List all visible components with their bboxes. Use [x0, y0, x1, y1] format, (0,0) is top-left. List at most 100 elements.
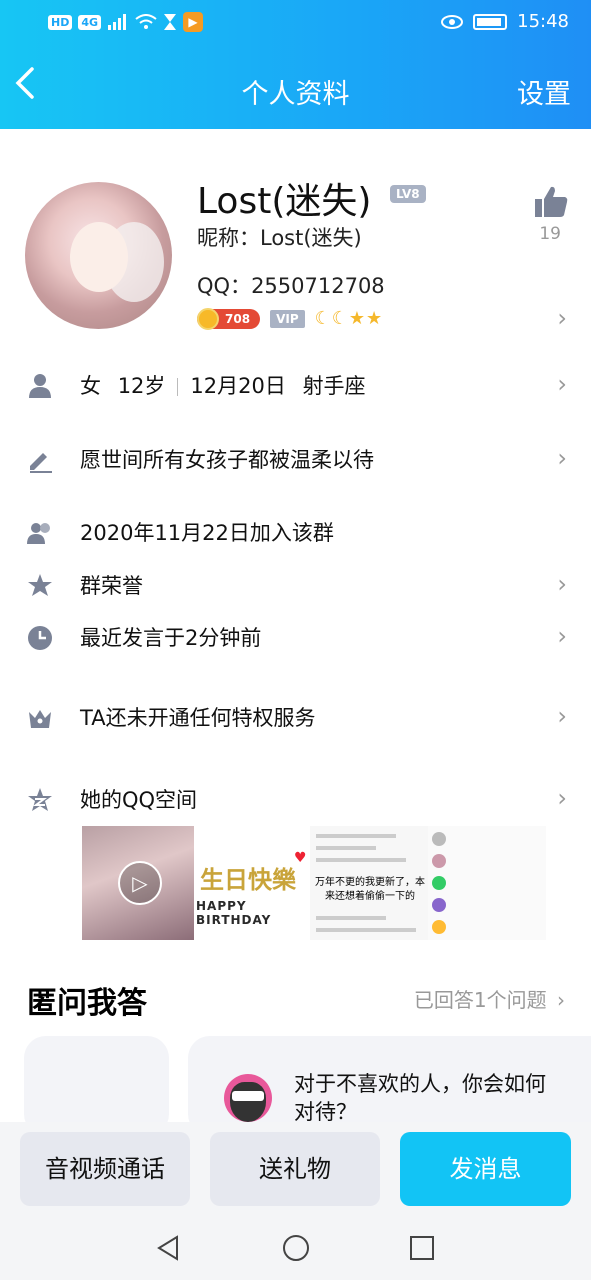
person-icon — [29, 374, 51, 398]
thumb-dot — [432, 898, 446, 912]
call-button[interactable]: 音视频通话 — [20, 1132, 190, 1206]
basic-info: 女 12岁 12月20日 射手座 — [80, 370, 366, 400]
profile-name: Lost(迷失) — [197, 181, 372, 222]
divider — [177, 378, 179, 396]
nickname-label: 昵称： — [197, 226, 260, 250]
signature-row[interactable]: 愿世间所有女孩子都被温柔以待 › — [0, 434, 591, 486]
avatar-face — [70, 222, 128, 292]
level-badge: LV8 — [390, 185, 426, 203]
signature-text: 愿世间所有女孩子都被温柔以待 — [80, 448, 374, 472]
heart-icon: ♥ — [294, 850, 307, 866]
level-icons: ☾☾★★ — [314, 308, 384, 329]
gallery-birthday-thumb[interactable]: 生日快樂 HAPPY BIRTHDAY ♥ — [194, 826, 310, 940]
nav-recents-icon[interactable] — [408, 1234, 436, 1262]
zodiac: 射手座 — [302, 374, 366, 398]
birthday-en-text: HAPPY BIRTHDAY — [196, 899, 272, 927]
qa-question: 对于不喜欢的人，你会如何对待？ — [294, 1072, 546, 1124]
gallery-video-thumb[interactable]: ▷ — [82, 826, 194, 940]
qa-card[interactable]: 对于不喜欢的人，你会如何对待？ — [188, 1036, 591, 1136]
battery-icon — [473, 13, 508, 30]
privilege-text: TA还未开通任何特权服务 — [80, 706, 316, 730]
profile-card[interactable]: Lost(迷失) LV8 昵称：Lost(迷失) QQ：2550712708 7… — [0, 150, 591, 340]
birthday: 12月20日 — [190, 374, 286, 398]
chevron-icon: › — [557, 622, 567, 650]
status-right: 15:48 — [441, 11, 569, 32]
chevron-icon: › — [557, 784, 567, 812]
honor-text: 群荣誉 — [80, 574, 143, 598]
last-speak-row[interactable]: 最近发言于2分钟前 › — [0, 612, 591, 664]
qq-line: QQ：2550712708 — [197, 270, 385, 300]
qzone-star-icon — [28, 788, 52, 811]
group-icon — [27, 523, 50, 544]
nickname-value: Lost(迷失) — [260, 226, 362, 250]
sun-value: 708 — [225, 311, 251, 326]
status-time: 15:48 — [517, 11, 569, 32]
thumbs-up-icon[interactable] — [533, 184, 569, 220]
badge-row[interactable]: 708 VIP ☾☾★★ — [197, 307, 384, 330]
qa-answered-text: 已回答1个问题 — [413, 988, 547, 1012]
hd-chip: HD — [48, 14, 73, 30]
qa-avatar-glasses — [232, 1091, 264, 1101]
settings-button[interactable]: 设置 — [517, 72, 571, 111]
hourglass-icon — [164, 14, 177, 30]
basic-info-row[interactable]: 女 12岁 12月20日 射手座 › — [0, 360, 591, 412]
thumb-dot — [432, 920, 446, 934]
gallery-caption: 万年不更的我更新了，本来还想着偷偷一下的 — [315, 877, 425, 902]
vip-badge: VIP — [270, 309, 305, 328]
joined-row: 2020年11月22日加入该群 — [0, 507, 591, 559]
qzone-gallery[interactable]: ▷ 生日快樂 HAPPY BIRTHDAY ♥ 万年不更的我更新了，本来还想着偷… — [82, 826, 546, 940]
status-bar: HD 4G ▶ 15:48 — [0, 0, 591, 46]
gallery-chatlist-thumb[interactable] — [428, 826, 546, 940]
honor-row[interactable]: 群荣誉 › — [0, 560, 591, 612]
gift-button[interactable]: 送礼物 — [210, 1132, 380, 1206]
star-badge-icon — [28, 574, 52, 596]
privilege-row[interactable]: TA还未开通任何特权服务 › — [0, 692, 591, 744]
gallery-screenshot-thumb[interactable]: 万年不更的我更新了，本来还想着偷偷一下的 — [310, 826, 428, 940]
network-chip: 4G — [78, 14, 102, 30]
page-title: 个人资料 — [241, 79, 350, 110]
gender: 女 — [80, 374, 101, 398]
thumb-dot — [432, 854, 446, 868]
qa-answered-link[interactable]: 已回答1个问题 › — [414, 984, 565, 1013]
sun-badge: 708 — [197, 307, 261, 330]
thumb-dot — [432, 876, 446, 890]
chevron-icon: › — [557, 988, 565, 1012]
like-count: 19 — [539, 224, 561, 244]
qzone-row[interactable]: 她的QQ空间 › — [0, 774, 591, 826]
qa-section-title: 匿问我答 — [27, 986, 147, 1021]
signal-icon — [108, 14, 127, 30]
qq-label: QQ： — [197, 274, 252, 298]
avatar[interactable] — [25, 182, 172, 329]
pen-icon — [30, 453, 52, 473]
qq-number: 2550712708 — [251, 274, 385, 298]
birthday-cn-text: 生日快樂 — [200, 866, 296, 894]
message-button[interactable]: 发消息 — [400, 1132, 571, 1206]
eye-icon — [441, 14, 464, 29]
last-speak-text: 最近发言于2分钟前 — [80, 626, 262, 650]
status-left: HD 4G ▶ — [48, 12, 204, 32]
qa-card-empty[interactable] — [24, 1036, 169, 1136]
chevron-icon: › — [557, 444, 567, 472]
joined-text: 2020年11月22日加入该群 — [80, 521, 334, 545]
qa-avatar — [224, 1074, 272, 1122]
wifi-icon — [135, 14, 157, 29]
thumb-line — [316, 834, 396, 838]
thumb-line — [316, 916, 386, 920]
system-navbar — [0, 1218, 591, 1280]
play-icon: ▷ — [118, 861, 162, 905]
thumb-line — [316, 858, 406, 862]
app-notification-icon: ▶ — [183, 12, 204, 32]
qa-avatar-head — [230, 1082, 266, 1122]
profile-chevron-icon: › — [557, 304, 567, 332]
chevron-icon: › — [557, 370, 567, 398]
nav-back-icon[interactable] — [155, 1234, 183, 1262]
navbar: 个人资料 设置 — [0, 60, 591, 120]
age: 12岁 — [117, 374, 166, 398]
thumb-line — [316, 846, 376, 850]
nav-home-icon[interactable] — [282, 1234, 310, 1262]
action-bar: 音视频通话 送礼物 发消息 — [0, 1122, 591, 1218]
chevron-icon: › — [557, 702, 567, 730]
crown-icon — [29, 710, 51, 728]
clock-icon — [28, 626, 52, 650]
nickname-line: 昵称：Lost(迷失) — [197, 222, 362, 252]
